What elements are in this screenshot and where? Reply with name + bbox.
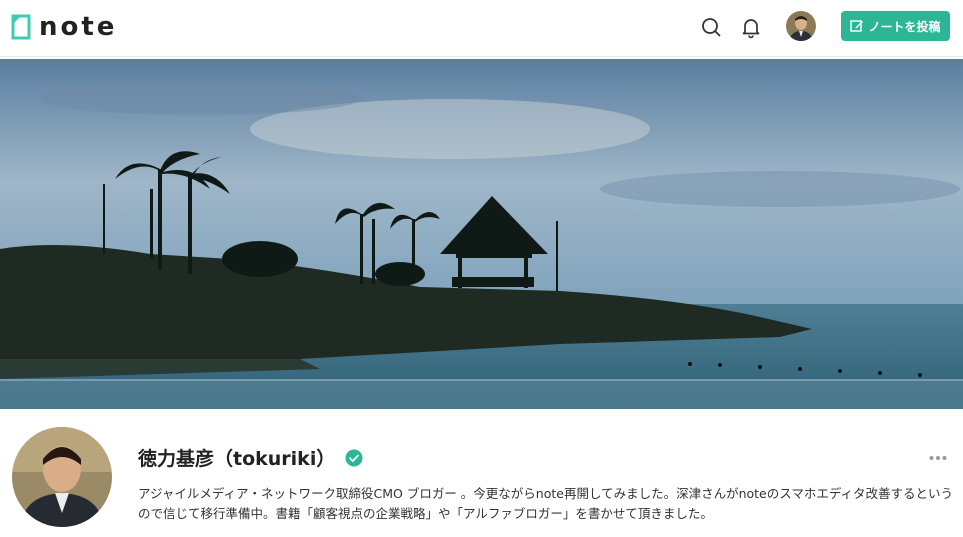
pencil-icon bbox=[850, 20, 864, 32]
search-icon[interactable] bbox=[698, 14, 724, 40]
top-header: note ノートを投稿 bbox=[0, 0, 963, 57]
profile-name: 徳力基彦（tokuriki） bbox=[138, 448, 336, 470]
profile-avatar-image bbox=[12, 427, 112, 527]
note-logo[interactable]: note bbox=[10, 11, 117, 43]
more-icon[interactable] bbox=[928, 450, 948, 466]
post-note-button[interactable]: ノートを投稿 bbox=[841, 11, 950, 41]
profile-avatar bbox=[12, 427, 112, 527]
profile-name-row: 徳力基彦（tokuriki） bbox=[138, 444, 363, 471]
note-logo-icon bbox=[11, 14, 31, 40]
user-avatar[interactable] bbox=[786, 11, 816, 41]
avatar-image bbox=[786, 11, 816, 41]
logo-text: note bbox=[39, 12, 118, 42]
cover-photo bbox=[0, 59, 963, 409]
profile-bio: アジャイルメディア・ネットワーク取締役CMO ブロガー 。今更ながらnote再開… bbox=[138, 486, 953, 521]
bell-icon[interactable] bbox=[738, 14, 764, 40]
cover-image bbox=[0, 59, 963, 409]
verified-icon bbox=[345, 449, 363, 466]
post-button-label: ノートを投稿 bbox=[868, 19, 941, 34]
